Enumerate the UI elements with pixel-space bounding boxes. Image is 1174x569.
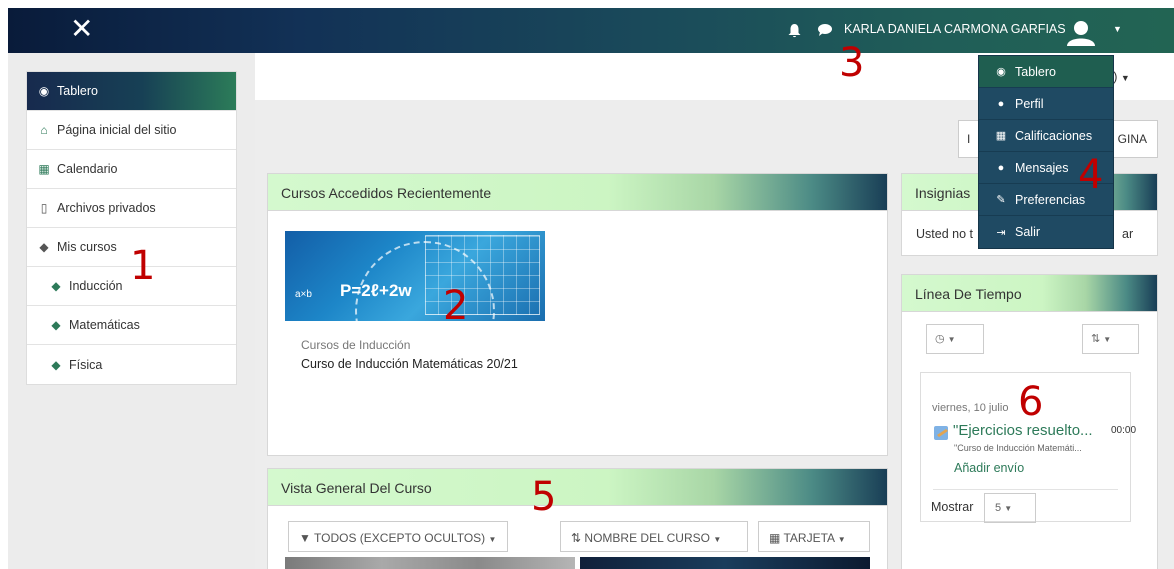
chat-icon[interactable] (818, 24, 832, 39)
show-count-select[interactable]: 5 ▼ (984, 493, 1036, 523)
sidebar-item-home[interactable]: ⌂ Página inicial del sitio (27, 111, 236, 150)
course-category: Cursos de Inducción (301, 338, 411, 352)
menu-item-label: Salir (1015, 225, 1041, 239)
table-icon: ▦ (995, 130, 1007, 142)
menu-item-label: Perfil (1015, 96, 1044, 111)
menu-item-label: Tablero (1015, 64, 1056, 79)
sidebar-item-label: Calendario (57, 162, 118, 176)
annotation-2: 2 (443, 283, 469, 329)
chevron-down-icon: ▼ (1004, 504, 1013, 513)
divider (933, 489, 1118, 490)
sidebar-item-dashboard[interactable]: ◉ Tablero (27, 72, 236, 111)
chevron-down-icon: ▼ (837, 535, 846, 544)
assignment-icon (932, 423, 952, 443)
sidebar-item-label: Mis cursos (57, 240, 117, 254)
close-icon[interactable]: ✕ (70, 13, 93, 45)
file-icon: ▯ (40, 201, 48, 215)
menu-item-logout[interactable]: ⇥ Salir (979, 216, 1113, 248)
sort-icon: ⇅ (1091, 333, 1101, 345)
badges-text-start: Usted no t (916, 227, 973, 241)
sort-label: NOMBRE DEL CURSO (584, 531, 710, 545)
course-card-image[interactable] (285, 557, 575, 569)
sidebar-item-private-files[interactable]: ▯ Archivos privados (27, 189, 236, 228)
calendar-icon: ▦ (38, 162, 50, 176)
menu-item-dashboard[interactable]: ◉ Tablero (979, 56, 1113, 88)
chevron-down-icon: ▼ (1120, 73, 1130, 83)
annotation-1: 1 (130, 243, 156, 289)
avatar[interactable] (1066, 20, 1096, 46)
menu-item-label: Mensajes (1015, 160, 1069, 175)
show-label: Mostrar (931, 500, 974, 514)
sidebar-item-label: Página inicial del sitio (57, 123, 177, 137)
grid-icon: ▦ (769, 531, 781, 545)
course-image-axb: a×b (295, 289, 312, 300)
chevron-down-icon[interactable]: ▼ (1113, 24, 1122, 34)
annotation-6: 6 (1018, 379, 1044, 425)
menu-item-label: Calificaciones (1015, 128, 1093, 143)
clock-icon: ◷ (935, 333, 945, 345)
timeline-sort-button[interactable]: ⇅ ▼ (1082, 324, 1139, 354)
add-submission-link[interactable]: Añadir envío (954, 461, 1024, 475)
chevron-down-icon: ▼ (947, 335, 956, 344)
course-name-link[interactable]: Curso de Inducción Matemáticas 20/21 (301, 357, 518, 371)
wrench-icon: ✎ (996, 194, 1006, 206)
menu-item-label: Preferencias (1015, 192, 1086, 207)
view-dropdown[interactable]: ▦ TARJETA ▼ (758, 521, 870, 552)
block-title: Vista General Del Curso (268, 469, 887, 506)
sidebar-item-label: Matemáticas (69, 318, 140, 332)
sort-icon: ⇅ (571, 531, 582, 545)
course-image-formula: P=2ℓ+2w (340, 281, 412, 300)
user-name[interactable]: KARLA DANIELA CARMONA GARFIAS (844, 22, 1066, 36)
sort-dropdown[interactable]: ⇅ NOMBRE DEL CURSO ▼ (560, 521, 748, 552)
sidebar-item-label: Inducción (69, 279, 123, 293)
menu-item-profile[interactable]: ● Perfil (979, 88, 1113, 120)
dashboard-icon: ◉ (996, 66, 1006, 78)
annotation-3: 3 (839, 40, 865, 86)
annotation-4: 4 (1078, 152, 1104, 198)
chevron-down-icon: ▼ (713, 535, 722, 544)
show-count-value: 5 (995, 502, 1002, 514)
filter-label: TODOS (EXCEPTO OCULTOS) (314, 531, 486, 545)
filter-icon: ▼ (299, 531, 311, 545)
recent-courses-block: Cursos Accedidos Recientemente a×b P=2ℓ+… (267, 173, 888, 456)
graduation-cap-icon: ◆ (51, 357, 61, 372)
event-time: 00:00 (1111, 425, 1137, 436)
sidebar-item-label: Física (69, 357, 103, 372)
graduation-cap-icon: ◆ (39, 240, 49, 254)
sign-out-icon: ⇥ (996, 226, 1006, 239)
annotation-5: 5 (531, 474, 557, 520)
filter-dropdown[interactable]: ▼ TODOS (EXCEPTO OCULTOS) ▼ (288, 521, 508, 552)
graduation-cap-icon: ◆ (51, 279, 61, 293)
block-title: Cursos Accedidos Recientemente (268, 174, 887, 211)
course-overview-block: Vista General Del Curso ▼ TODOS (EXCEPTO… (267, 468, 888, 569)
chevron-down-icon: ▼ (488, 535, 497, 544)
page-button-prefix: I (967, 132, 971, 146)
course-card-image[interactable] (580, 557, 870, 569)
sidebar-item-label: Tablero (57, 84, 98, 98)
sidebar-item-mathematics[interactable]: ◆ Matemáticas (27, 306, 236, 345)
block-title: Línea De Tiempo (902, 275, 1157, 312)
home-icon: ⌂ (40, 123, 48, 137)
sidebar-nav: ◉ Tablero ⌂ Página inicial del sitio ▦ C… (26, 71, 237, 385)
user-icon: ● (997, 97, 1005, 110)
bell-icon[interactable] (788, 24, 801, 41)
dashboard-icon: ◉ (38, 84, 50, 98)
top-navbar: ✕ KARLA DANIELA CARMONA GARFIAS ▼ (8, 8, 1174, 53)
sidebar-item-label: Archivos privados (57, 201, 156, 215)
page-button-label: GINA (1117, 132, 1147, 146)
timeline-filter-button[interactable]: ◷ ▼ (926, 324, 984, 354)
menu-item-grades[interactable]: ▦ Calificaciones (979, 120, 1113, 152)
comment-icon: ● (997, 161, 1005, 174)
view-label: TARJETA (783, 531, 835, 545)
event-date: viernes, 10 julio (932, 402, 1009, 414)
badges-text-end: ar (1122, 227, 1134, 241)
sidebar-item-physics[interactable]: ◆ Física (27, 345, 236, 384)
sidebar-item-calendar[interactable]: ▦ Calendario (27, 150, 236, 189)
event-course: "Curso de Inducción Matemáti... (954, 443, 1082, 453)
graduation-cap-icon: ◆ (51, 318, 61, 332)
course-image[interactable]: a×b P=2ℓ+2w (285, 231, 545, 321)
chevron-down-icon: ▼ (1103, 335, 1112, 344)
